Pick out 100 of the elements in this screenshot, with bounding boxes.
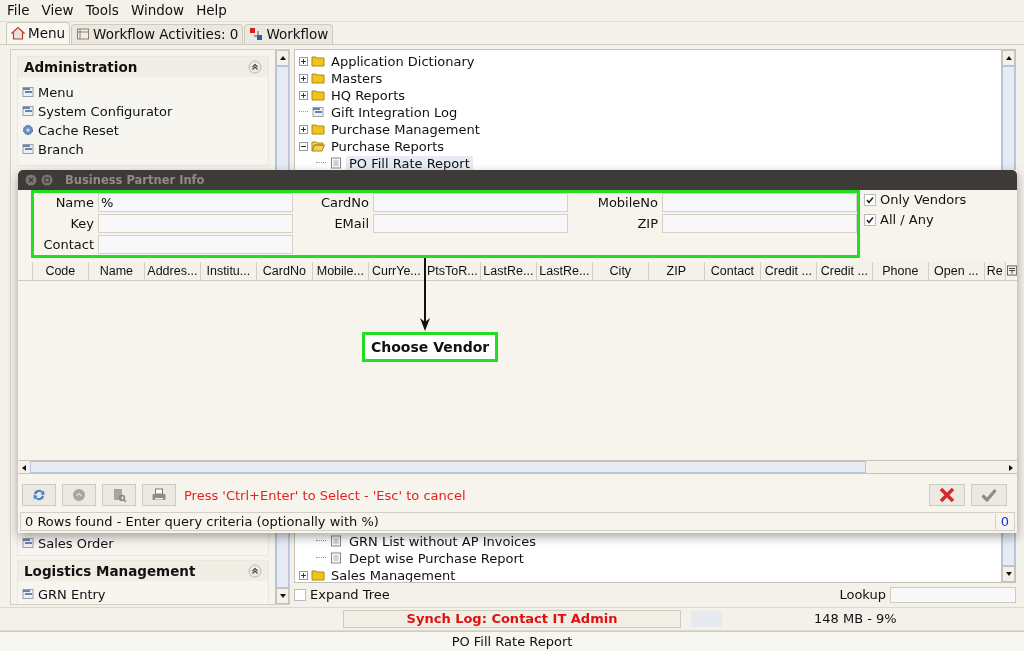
tab[interactable]: Workflow (244, 24, 334, 44)
workflow-icon (249, 27, 264, 42)
menu-item[interactable]: GRN Entry (22, 585, 264, 604)
zoom-icon (111, 487, 127, 503)
scroll-down-icon[interactable] (278, 592, 287, 600)
expand-icon[interactable] (299, 57, 308, 66)
cross-icon (938, 486, 956, 504)
expand-icon[interactable] (299, 571, 308, 580)
field-label: Name (54, 194, 94, 212)
field-label: Key (69, 215, 94, 233)
column-header[interactable]: Addres... (144, 262, 201, 280)
field-label: Lookup (839, 587, 886, 603)
horizontal-scrollbar[interactable] (18, 460, 1017, 474)
menu-item[interactable]: Branch (22, 140, 264, 159)
folder-icon (311, 55, 325, 68)
input-field[interactable] (98, 235, 293, 254)
menu-item[interactable]: Help (190, 2, 233, 19)
document-icon (329, 552, 343, 565)
menu-item[interactable]: Menu (22, 83, 264, 102)
column-chooser-icon[interactable] (1006, 265, 1017, 276)
input-field[interactable] (662, 193, 857, 212)
hint-text: Press 'Ctrl+Enter' to Select - 'Esc' to cancel (184, 487, 466, 503)
lookup-field[interactable] (890, 587, 1016, 603)
scroll-right-icon[interactable] (1007, 464, 1015, 472)
expand-icon[interactable] (299, 91, 308, 100)
checkbox[interactable] (294, 589, 306, 601)
field-label: MobileNo (596, 194, 658, 212)
tab[interactable]: Workflow Activities: 0 (71, 24, 244, 44)
status-text: 0 Rows found - Enter query criteria (optionally with %) (24, 514, 380, 529)
window-icon (22, 105, 34, 118)
checkbox-label[interactable]: Expand Tree (310, 587, 390, 603)
collapse-icon[interactable] (248, 60, 262, 74)
cancel-button[interactable] (929, 484, 965, 506)
print-button[interactable] (142, 484, 176, 506)
synch-log-button[interactable]: Synch Log: Contact IT Admin (343, 609, 681, 628)
tree-item[interactable]: PO Fill Rate Report (299, 155, 997, 172)
tree-item[interactable]: HQ Reports (299, 87, 997, 104)
maximize-icon[interactable] (41, 174, 53, 186)
refresh-button[interactable] (22, 484, 56, 506)
circle-icon (71, 487, 87, 503)
tree-item[interactable]: Dept wise Purchase Report (299, 550, 997, 567)
close-icon[interactable] (25, 174, 37, 186)
column-header[interactable]: Re (984, 262, 1006, 280)
menu-item[interactable]: File (1, 2, 36, 19)
tree-item[interactable]: Purchase Reports (299, 138, 997, 155)
field-label: Contact (42, 236, 94, 254)
input-field[interactable] (662, 214, 857, 233)
printer-icon (151, 487, 167, 503)
input-field[interactable]: % (98, 193, 293, 212)
expand-icon[interactable] (299, 74, 308, 83)
window-title: PO Fill Rate Report (451, 633, 573, 649)
folder-icon (311, 123, 325, 136)
open-folder-icon (311, 140, 325, 153)
tree-item[interactable]: Application Dictionary (299, 53, 997, 70)
section-title: Administration (24, 59, 138, 75)
document-icon (329, 157, 343, 170)
menu-item[interactable]: Cache Reset (22, 121, 264, 140)
scroll-up-icon[interactable] (1004, 54, 1013, 62)
home-icon (11, 26, 25, 41)
input-field[interactable] (98, 214, 293, 233)
field-label: ZIP (636, 215, 658, 233)
refresh-icon (31, 487, 47, 503)
menu-item[interactable]: System Configurator (22, 102, 264, 121)
memory-usage: 148 MB - 9% (814, 611, 897, 627)
folder-icon (311, 72, 325, 85)
menu-item[interactable]: Sales Order (22, 534, 264, 553)
checkbox-label[interactable]: Only Vendors (880, 192, 967, 207)
collapse-icon[interactable] (248, 564, 262, 578)
callout-label: Choose Vendor (362, 332, 499, 362)
checkbox-label[interactable]: All / Any (880, 212, 934, 227)
section-title: Logistics Management (24, 563, 196, 579)
window-icon (22, 588, 34, 601)
tree-item[interactable]: Gift Integration Log (299, 104, 997, 121)
menu-item[interactable]: Tools (79, 2, 125, 19)
tree-item[interactable]: Sales Management (299, 567, 997, 582)
input-field[interactable] (373, 193, 568, 212)
row-count: 0 (995, 514, 1014, 529)
checkbox[interactable] (864, 193, 876, 206)
input-field[interactable] (373, 214, 568, 233)
tree-item[interactable]: GRN List without AP Invoices (299, 533, 997, 550)
window-icon (311, 106, 325, 119)
checkbox[interactable] (864, 213, 876, 226)
tree-item[interactable]: Purchase Management (299, 121, 997, 138)
field-label: EMail (333, 215, 369, 233)
window-icon (22, 86, 34, 99)
window-icon (22, 537, 34, 550)
scroll-up-icon[interactable] (278, 54, 287, 62)
expand-icon[interactable] (299, 125, 308, 134)
folder-icon (311, 89, 325, 102)
scroll-left-icon[interactable] (20, 464, 28, 472)
field-label: CardNo (319, 194, 369, 212)
window-icon (22, 143, 34, 156)
menu-item[interactable]: Window (124, 2, 191, 19)
tree-item[interactable]: Masters (299, 70, 997, 87)
scroll-down-icon[interactable] (1004, 570, 1013, 578)
menu-item[interactable]: View (35, 2, 80, 19)
tab[interactable]: Menu (6, 22, 71, 44)
folder-icon (311, 569, 325, 582)
collapse-icon[interactable] (299, 142, 308, 151)
gear-icon (22, 124, 34, 137)
